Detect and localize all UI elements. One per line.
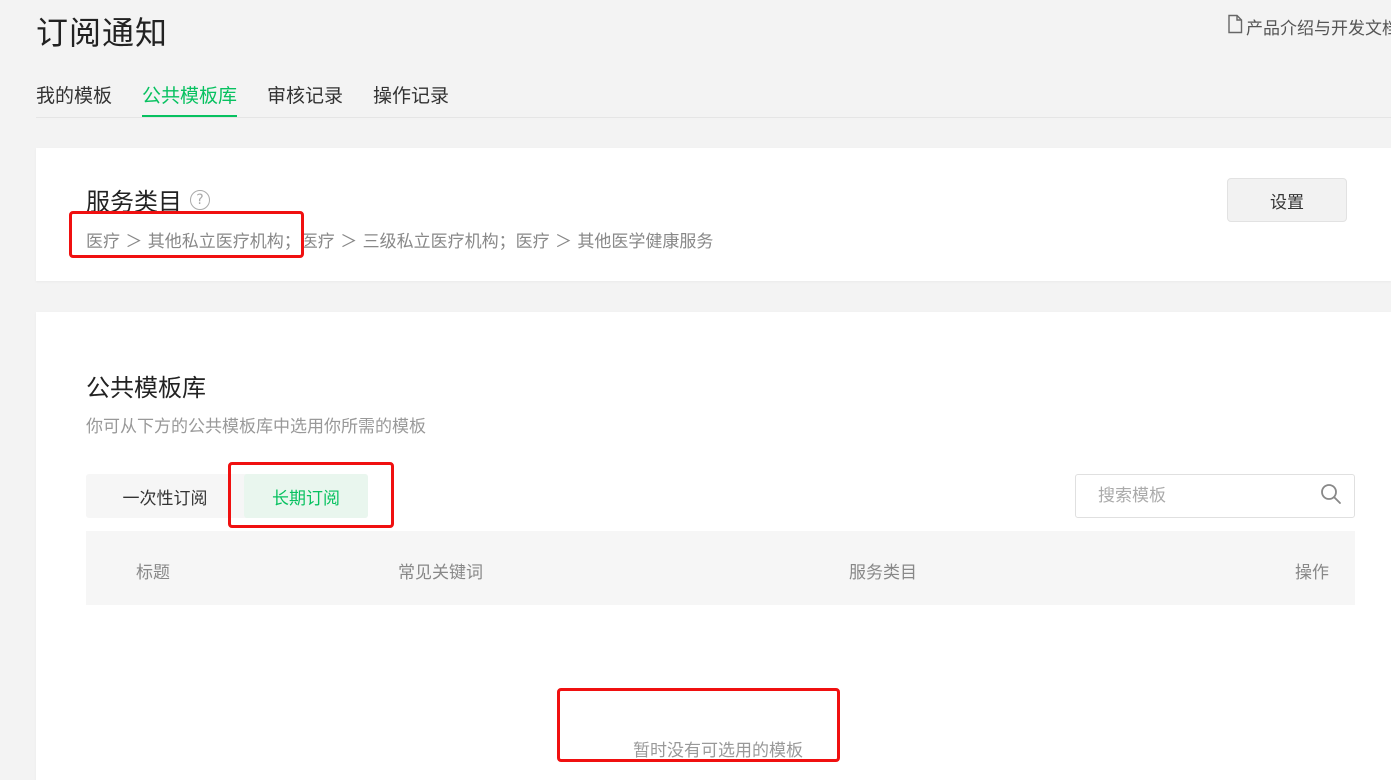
doc-link[interactable]: 产品介绍与开发文档: [1226, 14, 1391, 39]
tab-one-time-subscription[interactable]: 一次性订阅: [86, 474, 244, 518]
question-circle-icon[interactable]: ?: [190, 189, 210, 210]
column-header-title: 标题: [136, 563, 170, 583]
service-category-title: 服务类目: [86, 188, 182, 216]
search-icon[interactable]: [1319, 482, 1357, 510]
library-description: 你可从下方的公共模板库中选用你所需的模板: [86, 417, 426, 437]
service-category-heading: 服务类目 ?: [86, 182, 210, 217]
category-path: 医疗 ＞ 其他私立医疗机构；医疗 ＞ 三级私立医疗机构；医疗 ＞ 其他医学健康服…: [86, 232, 714, 252]
template-table-header: 标题 常见关键词 服务类目 操作: [86, 531, 1355, 605]
subscription-type-tabs: 一次性订阅 长期订阅: [86, 474, 368, 518]
column-header-action: 操作: [1295, 563, 1329, 583]
tab-public-library[interactable]: 公共模板库: [142, 80, 238, 117]
empty-state-text: 暂时没有可选用的模板: [633, 741, 803, 761]
settings-button[interactable]: 设置: [1227, 178, 1347, 222]
main-tabs: 我的模板 公共模板库 审核记录 操作记录: [36, 80, 1391, 118]
search-box: [1075, 474, 1355, 518]
column-header-keywords: 常见关键词: [398, 563, 483, 583]
service-category-card: 服务类目 ? 医疗 ＞ 其他私立医疗机构；医疗 ＞ 三级私立医疗机构；医疗 ＞ …: [36, 148, 1391, 281]
search-input[interactable]: [1096, 475, 1319, 517]
doc-link-label: 产品介绍与开发文档: [1246, 19, 1391, 39]
document-icon: [1226, 14, 1244, 39]
tab-my-templates[interactable]: 我的模板: [36, 80, 112, 117]
tab-long-term-subscription[interactable]: 长期订阅: [244, 474, 368, 518]
column-header-category: 服务类目: [849, 563, 917, 583]
library-title: 公共模板库: [86, 374, 206, 402]
public-library-card: 公共模板库 你可从下方的公共模板库中选用你所需的模板 一次性订阅 长期订阅 标题…: [36, 312, 1391, 780]
page: 订阅通知 产品介绍与开发文档 我的模板 公共模板库 审核记录 操作记录 服务类目…: [0, 0, 1391, 780]
page-title: 订阅通知: [36, 14, 169, 52]
tab-review-records[interactable]: 审核记录: [267, 80, 343, 117]
tab-operation-records[interactable]: 操作记录: [373, 80, 449, 117]
